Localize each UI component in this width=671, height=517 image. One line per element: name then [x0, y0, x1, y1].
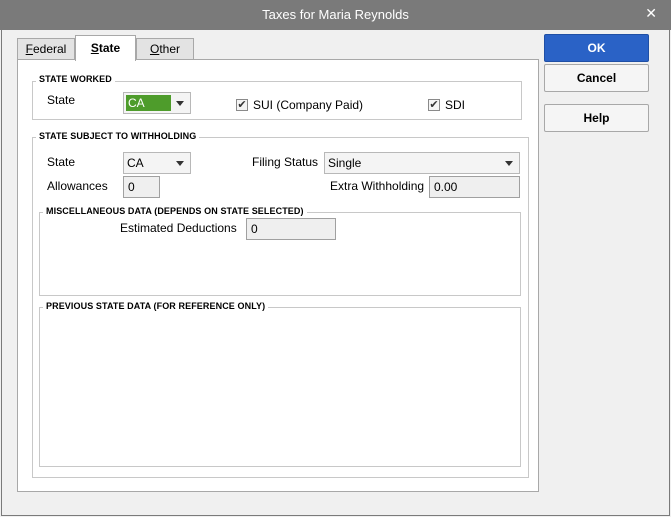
misc-heading: MISCELLANEOUS DATA (DEPENDS ON STATE SEL… — [43, 206, 307, 216]
extra-withholding-field[interactable]: 0.00 — [429, 176, 520, 198]
tab-federal-mnemonic: F — [25, 42, 33, 56]
cancel-button[interactable]: Cancel — [544, 64, 649, 92]
allowances-field[interactable]: 0 — [123, 176, 160, 198]
sui-label: SUI (Company Paid) — [253, 98, 364, 112]
filing-status-select[interactable]: Single — [324, 152, 520, 174]
estimated-deductions-field[interactable]: 0 — [246, 218, 336, 240]
close-icon[interactable]: ✕ — [645, 5, 657, 22]
sui-checkbox[interactable]: ✔ — [236, 99, 248, 111]
state-worked-state-label: State — [47, 93, 76, 107]
chevron-down-icon — [176, 101, 184, 106]
state-worked-value: CA — [126, 95, 171, 111]
withholding-state-select[interactable]: CA — [123, 152, 191, 174]
tab-federal[interactable]: Federal — [17, 38, 75, 60]
state-tab-panel: STATE WORKED State CA ✔ SUI (Company Pai… — [17, 59, 539, 492]
tab-other-mnemonic: O — [149, 42, 160, 56]
filing-status-label: Filing Status — [252, 155, 319, 169]
tab-other-label: ther — [159, 42, 181, 56]
filing-status-value: Single — [328, 156, 362, 170]
ok-button[interactable]: OK — [544, 34, 649, 62]
estimated-deductions-label: Estimated Deductions — [120, 221, 237, 235]
title-bar: Taxes for Maria Reynolds ✕ — [0, 0, 671, 30]
help-button[interactable]: Help — [544, 104, 649, 132]
tab-state-label: tate — [98, 41, 121, 55]
chevron-down-icon — [176, 161, 184, 166]
extra-withholding-label: Extra Withholding — [330, 179, 425, 193]
withholding-state-label: State — [47, 155, 76, 169]
chevron-down-icon — [505, 161, 513, 166]
sdi-label: SDI — [445, 98, 466, 112]
tab-state[interactable]: State — [75, 35, 136, 61]
allowances-label: Allowances — [47, 179, 108, 193]
withholding-state-value: CA — [127, 156, 144, 170]
tab-other[interactable]: Other — [136, 38, 194, 60]
sdi-checkbox[interactable]: ✔ — [428, 99, 440, 111]
tab-state-mnemonic: S — [90, 41, 99, 55]
previous-state-group — [39, 307, 521, 467]
withholding-heading: STATE SUBJECT TO WITHHOLDING — [36, 131, 200, 141]
window-title: Taxes for Maria Reynolds — [262, 7, 409, 22]
tab-federal-label: ederal — [32, 42, 67, 56]
state-worked-heading: STATE WORKED — [36, 74, 115, 84]
previous-state-heading: PREVIOUS STATE DATA (FOR REFERENCE ONLY) — [43, 301, 269, 311]
state-worked-select[interactable]: CA — [123, 92, 191, 114]
